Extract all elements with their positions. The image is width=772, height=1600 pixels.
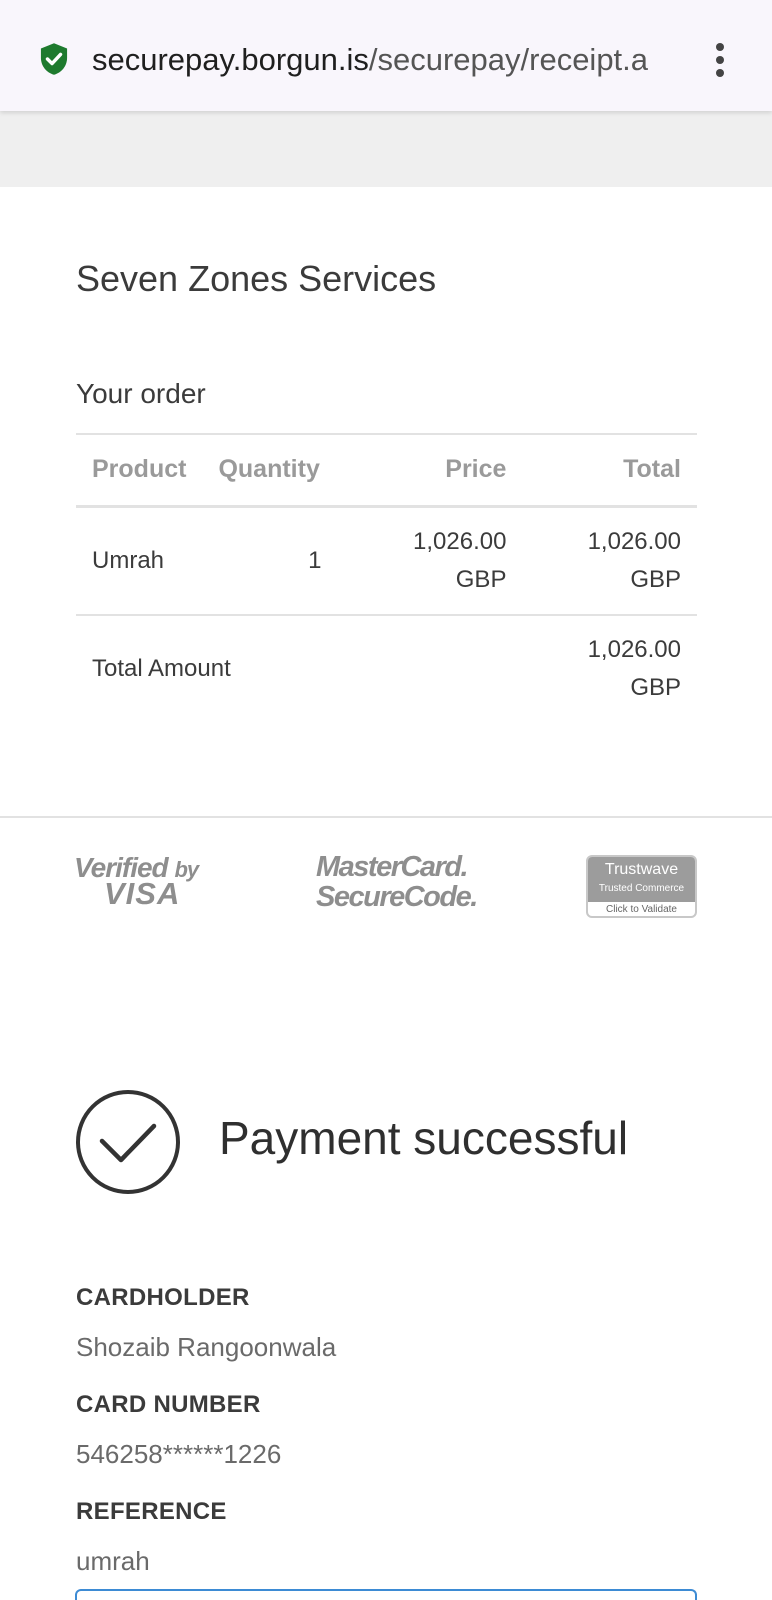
cardholder-label: CARDHOLDER	[76, 1284, 250, 1311]
total-amount: 1,026.00	[587, 527, 681, 555]
header-price: Price	[337, 433, 523, 508]
trustwave-name: Trustwave	[604, 861, 679, 878]
url-fade	[654, 38, 688, 82]
price-amount: 1,026.00	[413, 527, 507, 555]
order-title: Your order	[76, 378, 206, 409]
browser-address-bar: securepay.borgun.is/securepay/receipt.a	[0, 0, 772, 111]
mc-line2: SecureCode.	[316, 881, 478, 913]
url-path: /securepay/receipt.a	[368, 42, 649, 77]
total-row: Total Amount 1,026.00 GBP	[76, 615, 697, 721]
header-product: Product	[76, 433, 203, 508]
url-field[interactable]: securepay.borgun.is/securepay/receipt.a	[92, 38, 682, 82]
more-vert-icon[interactable]	[702, 40, 738, 80]
page-header-band	[0, 111, 772, 187]
mc-line1: MasterCard.	[316, 851, 469, 883]
url-host: securepay.borgun.is	[92, 42, 369, 77]
price-cell: 1,026.00 GBP	[337, 506, 523, 616]
header-quantity: Quantity	[202, 433, 338, 508]
card-number-value: 546258******1226	[76, 1439, 282, 1469]
trustwave-seal[interactable]: Trustwave Trusted Commerce Click to Vali…	[586, 855, 697, 918]
product-cell: Umrah	[76, 506, 203, 616]
total-cell: 1,026.00 GBP	[522, 506, 697, 616]
section-divider	[0, 816, 772, 818]
order-table-header: Product Quantity Price Total	[76, 433, 697, 508]
header-total: Total	[522, 433, 697, 508]
trustwave-cta: Click to Validate	[606, 904, 677, 915]
quantity-cell: 1	[202, 506, 338, 616]
total-label: Total Amount	[92, 654, 231, 682]
table-row: Umrah 1 1,026.00 GBP 1,026.00 GBP	[76, 506, 697, 616]
reference-value: umrah	[76, 1546, 150, 1576]
merchant-name: Seven Zones Services	[76, 258, 437, 299]
bottom-panel-edge[interactable]	[75, 1589, 697, 1600]
total-currency: GBP	[630, 565, 681, 593]
order-table: Product Quantity Price Total Umrah 1 1,0…	[76, 433, 697, 721]
shield-check-icon[interactable]	[38, 42, 70, 76]
check-circle-icon	[76, 1090, 180, 1194]
verified-by-visa-logo: Verified by VISA	[74, 852, 214, 914]
grand-total-currency: GBP	[630, 673, 681, 701]
trustwave-sub: Trusted Commerce	[598, 883, 685, 894]
card-number-label: CARD NUMBER	[76, 1391, 261, 1418]
cardholder-value: Shozaib Rangoonwala	[76, 1332, 337, 1362]
grand-total-cell: 1,026.00 GBP	[522, 615, 697, 721]
mastercard-securecode-logo: MasterCard. SecureCode.	[316, 851, 478, 914]
price-currency: GBP	[455, 565, 507, 593]
payment-status-text: Payment successful	[219, 1112, 629, 1164]
reference-label: REFERENCE	[76, 1498, 227, 1525]
grand-total-amount: 1,026.00	[587, 635, 681, 663]
